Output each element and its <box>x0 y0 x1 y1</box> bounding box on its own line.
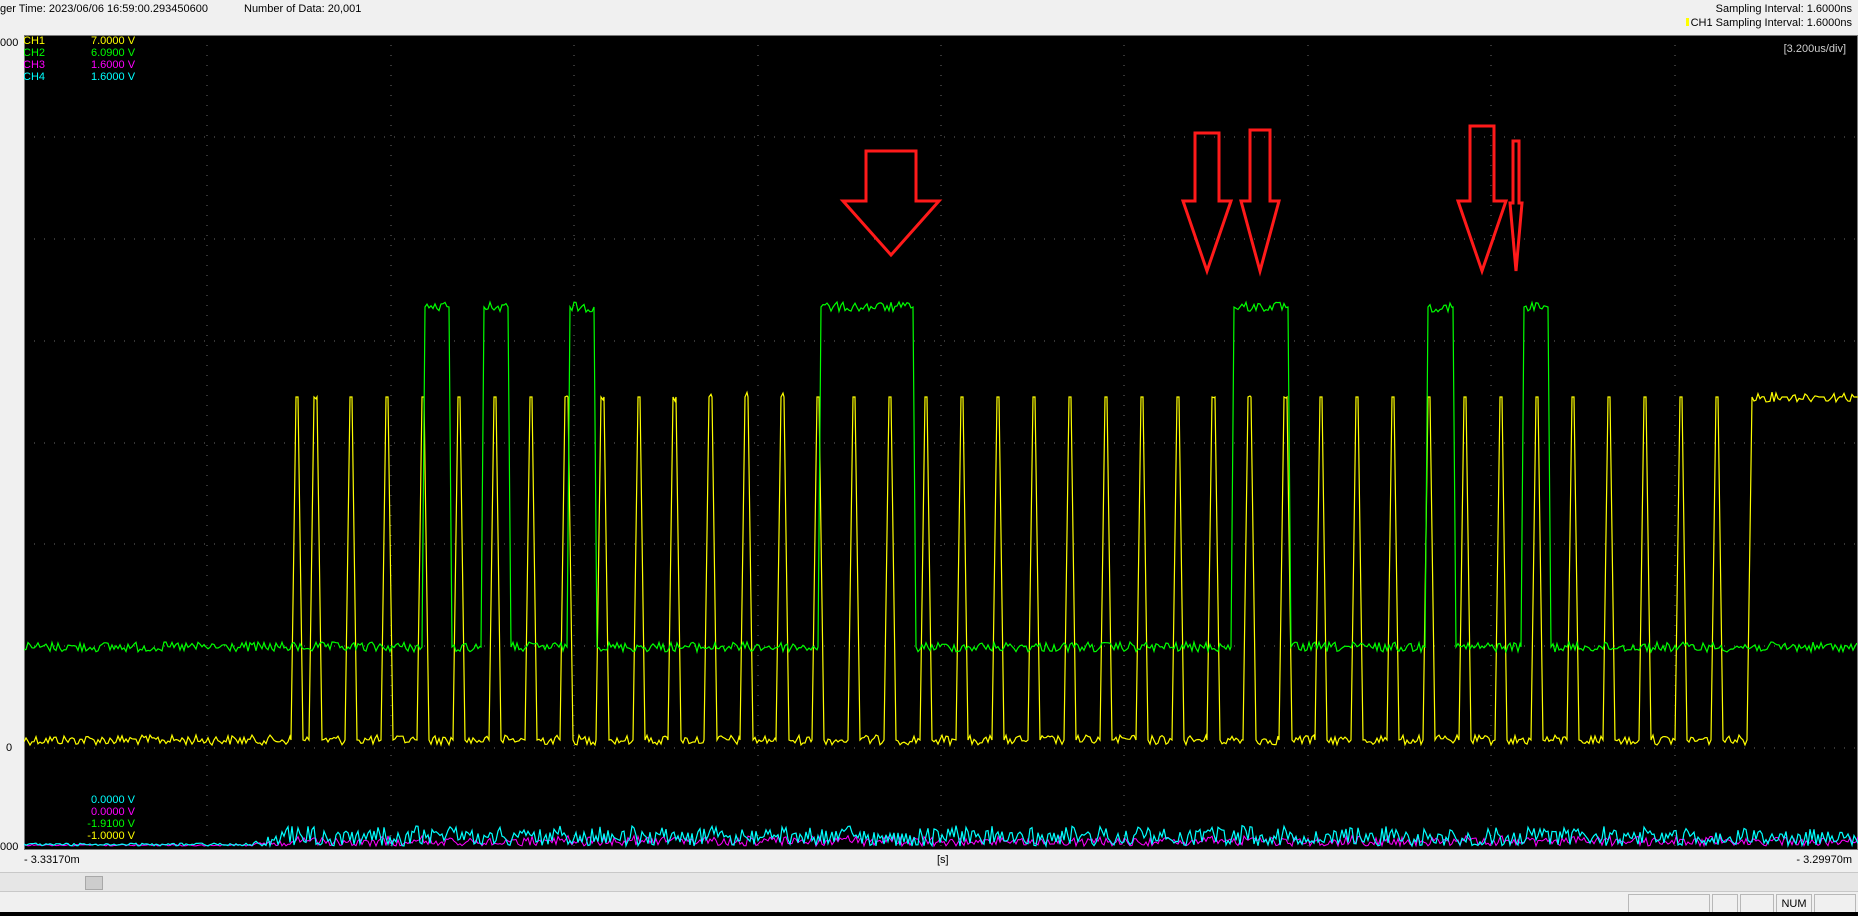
annotation-arrow-4 <box>1455 124 1509 276</box>
scroll-thumb[interactable] <box>85 876 103 890</box>
status-panel-5 <box>1814 894 1856 914</box>
time-axis-start: - 3.33170m <box>24 854 80 866</box>
offset-readout-2: 0.0000 V <box>91 806 136 818</box>
num-lock-indicator: NUM <box>1776 894 1812 914</box>
offset-readout-4: -1.0000 V <box>87 830 135 842</box>
number-of-data: Number of Data: 20,001 <box>244 3 362 15</box>
ch1-marker-icon <box>1685 18 1689 26</box>
legend-ch3-name: CH3 <box>24 59 45 71</box>
legend-ch4-value: 1.6000 V <box>91 71 136 83</box>
legend-ch3-value: 1.6000 V <box>91 59 136 71</box>
status-panel-2 <box>1712 894 1738 914</box>
legend-ch4-name: CH4 <box>24 71 45 83</box>
offset-readout-1: 0.0000 V <box>91 794 136 806</box>
y-top-label: 000 <box>0 37 19 49</box>
plot-border <box>24 35 1858 850</box>
annotations <box>839 124 1524 277</box>
ch1-sampling-interval: CH1 Sampling Interval: 1.6000ns <box>1690 17 1852 29</box>
status-panel-3 <box>1740 894 1774 914</box>
legend-ch1-value: 7.0000 V <box>91 35 136 47</box>
offset-readout: 0.0000 V0.0000 V-1.9100 V-1.0000 V <box>87 794 135 842</box>
traces <box>24 300 1858 849</box>
legend-ch1-name: CH1 <box>24 35 45 47</box>
annotation-arrow-5 <box>1508 139 1524 272</box>
title-bar: ger Time: 2023/06/06 16:59:00.293450600 … <box>0 0 1858 35</box>
time-axis: - 3.33170m [s] - 3.29970m <box>0 850 1858 870</box>
timebase-label: [3.200us/div] <box>1784 43 1846 55</box>
horizontal-scrollbar[interactable] <box>0 872 1858 892</box>
legend-ch2-name: CH2 <box>24 47 45 59</box>
status-panel-1 <box>1628 894 1710 914</box>
time-axis-end: - 3.29970m <box>1796 854 1852 866</box>
legend-ch2-value: 6.0900 V <box>91 47 136 59</box>
annotation-arrow-3 <box>1239 128 1281 277</box>
y-zero-label: 0 <box>6 742 13 754</box>
time-axis-unit: [s] <box>937 854 949 866</box>
annotation-arrow-2 <box>1180 131 1234 276</box>
channel-legend: CH1 7.0000 V CH2 6.0900 V CH3 1.6000 V CH4 1.60… <box>24 35 136 83</box>
sampling-interval: Sampling Interval: 1.6000ns <box>1715 3 1852 15</box>
waveform-screen[interactable]: [3.200us/div] CH1 7.0000 V CH2 6.0900 V CH3 1… <box>24 35 1858 850</box>
offset-readout-3: -1.9100 V <box>87 818 135 830</box>
bottom-strip <box>0 912 1858 916</box>
trigger-time: ger Time: 2023/06/06 16:59:00.293450600 <box>0 3 208 15</box>
ch1-sampling-interval-row: CH1 Sampling Interval: 1.6000ns <box>1685 17 1852 29</box>
waveform-plot[interactable]: [3.200us/div] CH1 7.0000 V CH2 6.0900 V CH3 1… <box>24 35 1858 850</box>
